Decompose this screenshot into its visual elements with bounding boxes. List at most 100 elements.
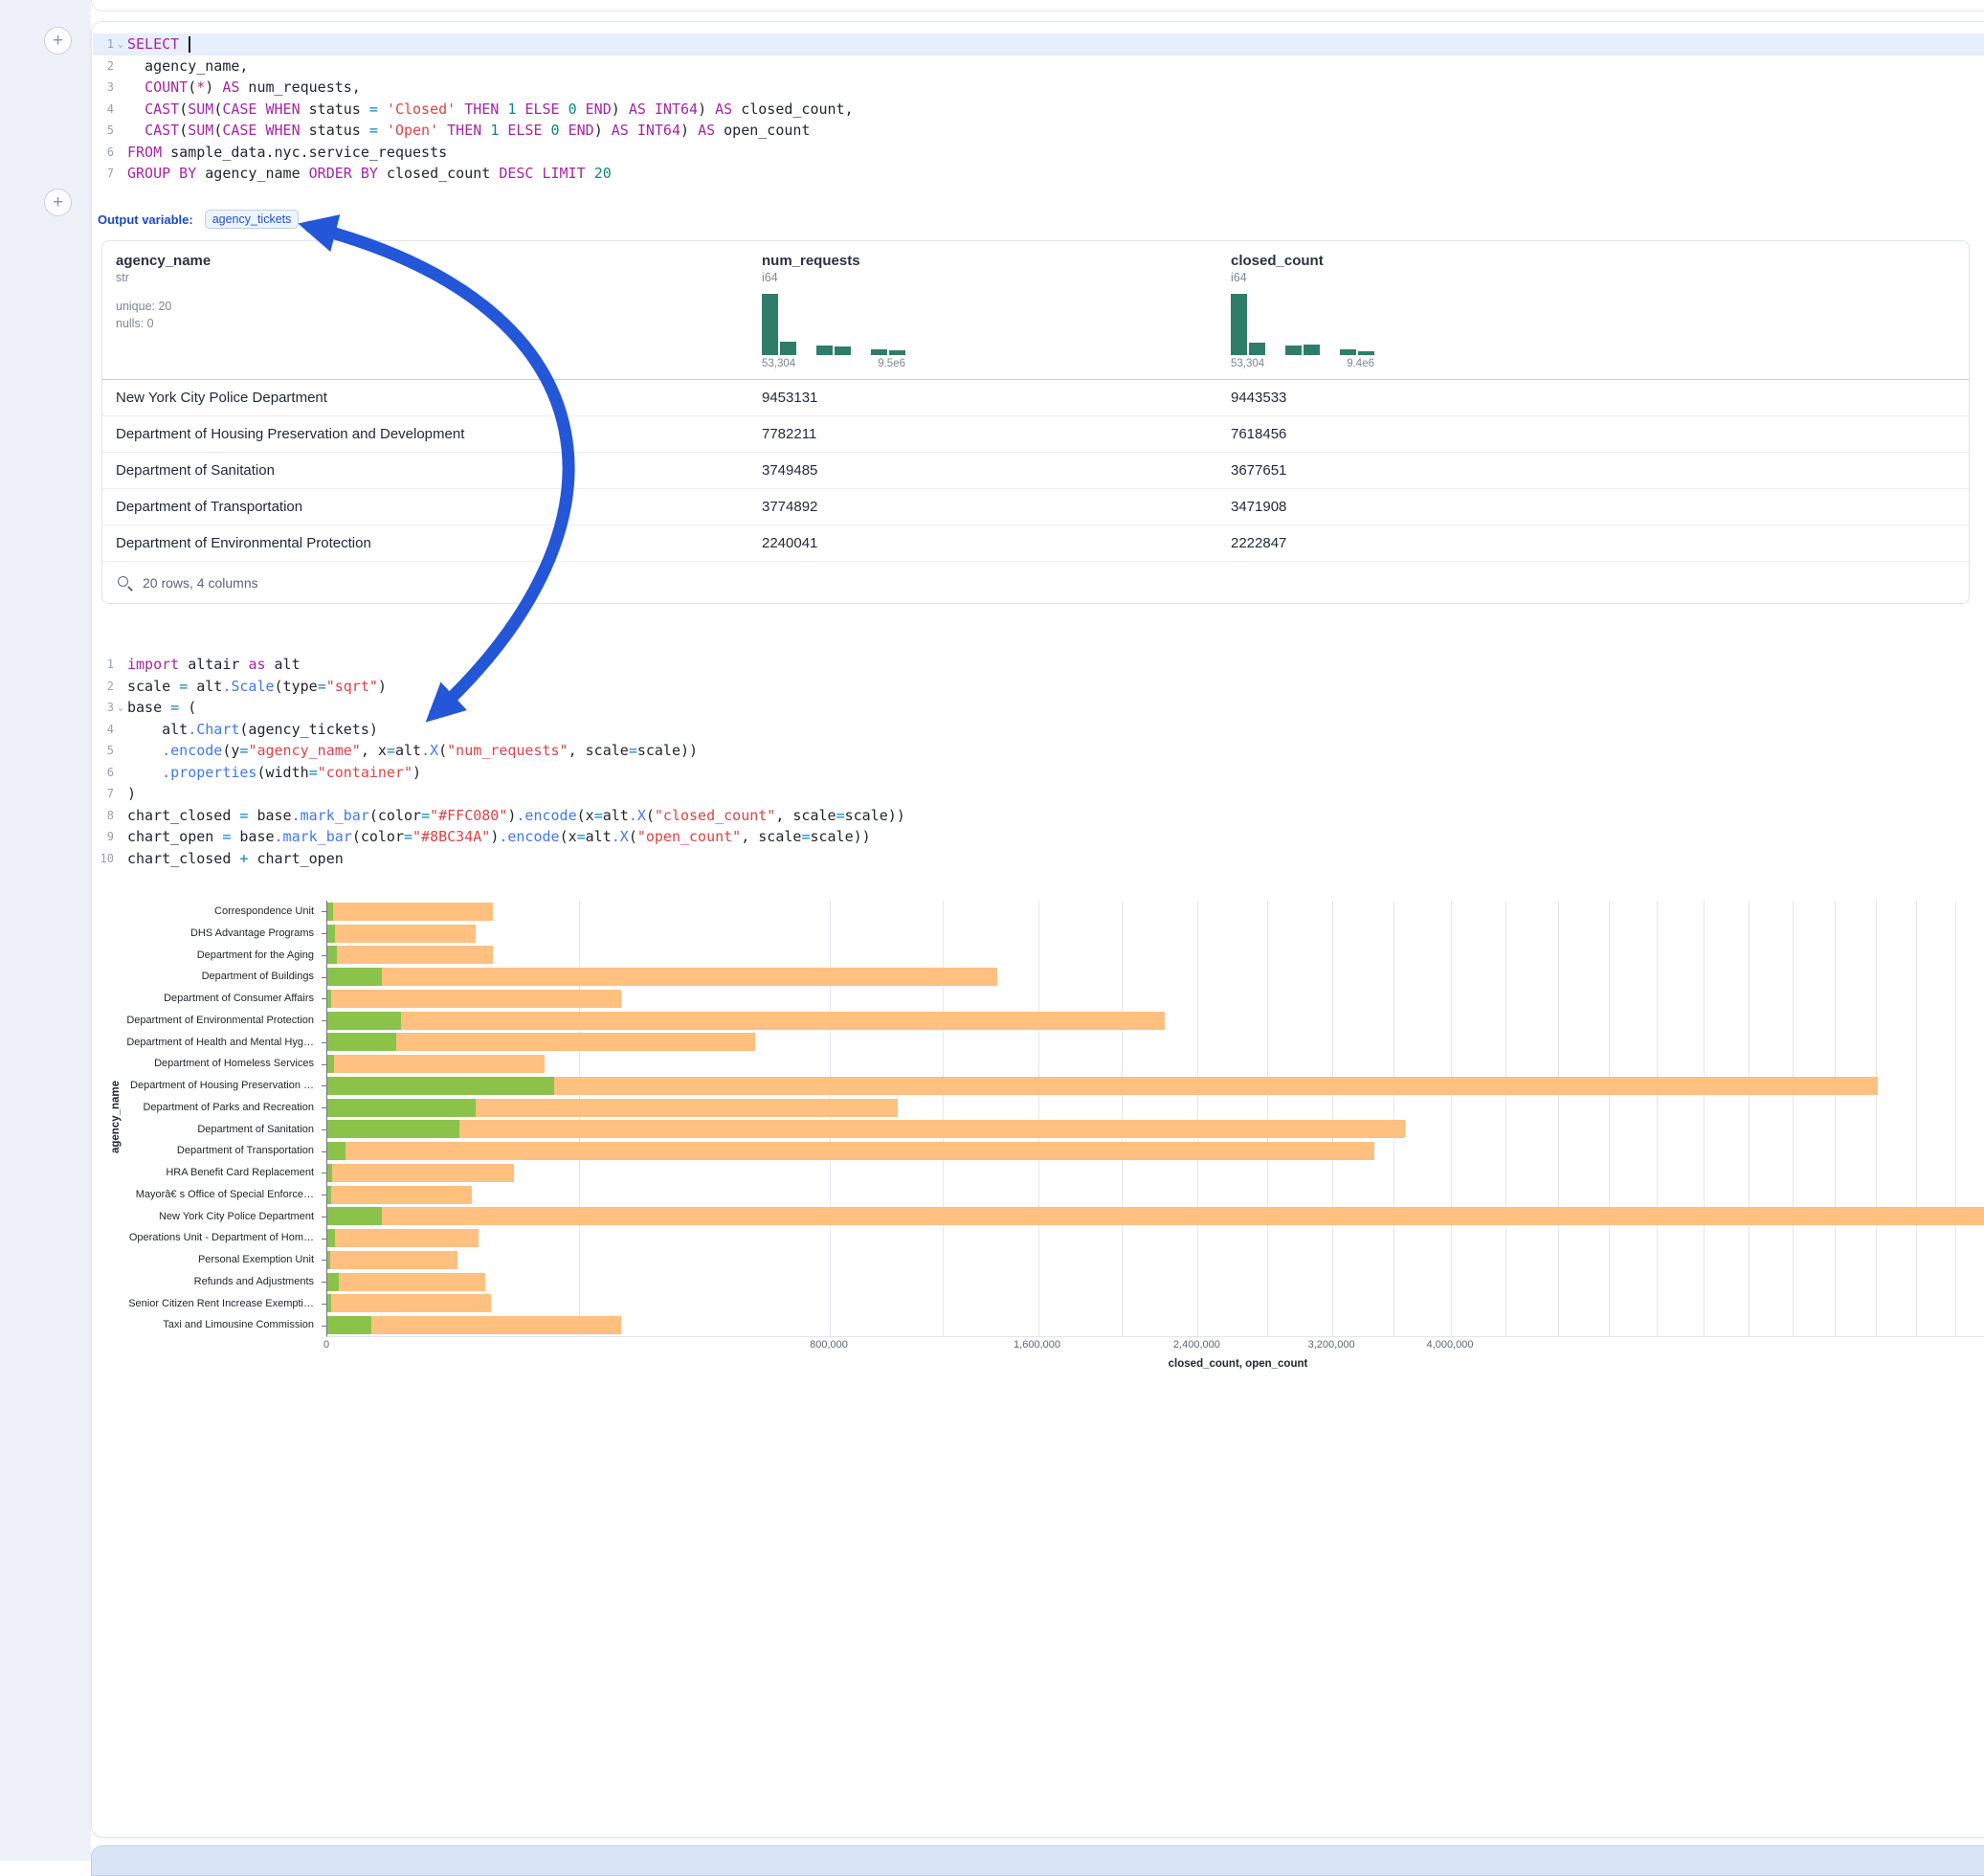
- table-cell: 2222847: [1217, 535, 1969, 551]
- bar-open_count: [327, 1033, 396, 1051]
- table-body: New York City Police Department945313194…: [102, 380, 1969, 562]
- hist-bar: [1340, 349, 1356, 355]
- code-token: =: [629, 742, 637, 759]
- column-histogram: [762, 294, 905, 355]
- search-icon[interactable]: [117, 575, 132, 591]
- code-token: , scale: [741, 828, 801, 845]
- code-token: END: [586, 100, 612, 118]
- code-token: =: [170, 699, 179, 716]
- code-line[interactable]: 3⌄base = (: [93, 697, 1984, 719]
- code-line[interactable]: 3 COUNT(*) AS num_requests,: [93, 77, 1984, 99]
- code-token: "agency_name": [248, 742, 360, 759]
- y-axis-label: Correspondence Unit: [92, 901, 322, 923]
- bar-open_count: [327, 990, 331, 1008]
- line-number: 6: [93, 145, 114, 159]
- code-token: WHEN: [266, 100, 301, 118]
- line-number: 6: [93, 766, 114, 779]
- hist-bar: [780, 342, 796, 355]
- gridline: [1609, 901, 1610, 1336]
- table-cell: 3774892: [748, 499, 1217, 515]
- bar-closed_count: [327, 903, 493, 921]
- line-number: 8: [93, 809, 114, 822]
- code-token: [533, 165, 542, 182]
- sql-code-editor[interactable]: 1⌄SELECT 2 agency_name,3 COUNT(*) AS num…: [93, 34, 1984, 185]
- code-line[interactable]: 6FROM sample_data.nyc.service_requests: [93, 142, 1984, 164]
- line-number: 5: [93, 744, 114, 757]
- x-axis-title: closed_count, open_count: [326, 1358, 1984, 1370]
- code-token: (type: [275, 678, 318, 695]
- table-row: Department of Transportation377489234719…: [102, 489, 1969, 525]
- code-line[interactable]: 9chart_open = base.mark_bar(color="#8BC3…: [93, 826, 1984, 848]
- y-axis-label: Mayorâ€ s Office of Special Enforce…: [92, 1184, 322, 1206]
- bar-closed_count: [327, 1294, 491, 1312]
- bar-row: [327, 1099, 1984, 1117]
- code-line[interactable]: 1⌄SELECT: [93, 34, 1984, 56]
- code-token: "sqrt": [326, 678, 378, 695]
- hist-bar: [762, 294, 778, 355]
- code-token: 1: [490, 122, 499, 139]
- code-line[interactable]: 2scale = alt.Scale(type="sqrt"): [93, 676, 1984, 698]
- add-cell-button-top[interactable]: +: [44, 27, 72, 55]
- code-token: .X: [421, 742, 438, 759]
- code-token: =: [369, 100, 378, 118]
- table-row: Department of Environmental Protection22…: [102, 525, 1969, 562]
- code-token: THEN: [464, 100, 499, 118]
- output-variable-chip[interactable]: agency_tickets: [205, 210, 300, 229]
- bar-row: [327, 903, 1984, 921]
- code-line[interactable]: 8chart_closed = base.mark_bar(color="#FF…: [93, 805, 1984, 827]
- code-token: ): [680, 122, 698, 139]
- code-token: AS: [698, 122, 715, 139]
- code-token: ): [612, 100, 629, 118]
- code-line[interactable]: 4 alt.Chart(agency_tickets): [93, 719, 1984, 741]
- code-token: 'Open': [387, 122, 438, 139]
- code-line[interactable]: 5 .encode(y="agency_name", x=alt.X("num_…: [93, 740, 1984, 762]
- altair-bar-chart: agency_name Correspondence UnitDHS Advan…: [92, 891, 1984, 1389]
- code-token: scale: [127, 678, 179, 695]
- code-line[interactable]: 4 CAST(SUM(CASE WHEN status = 'Closed' T…: [93, 99, 1984, 121]
- code-token: ): [490, 828, 499, 845]
- x-axis-tick-label: 3,200,000: [1308, 1339, 1355, 1351]
- code-line[interactable]: 1import altair as alt: [93, 654, 1984, 676]
- line-number: 2: [93, 680, 114, 693]
- hist-bar: [889, 350, 905, 355]
- code-line[interactable]: 2 agency_name,: [93, 56, 1984, 78]
- code-line[interactable]: 10chart_closed + chart_open: [93, 848, 1984, 870]
- python-code-editor[interactable]: 1import altair as alt2scale = alt.Scale(…: [93, 654, 1984, 869]
- code-line[interactable]: 5 CAST(SUM(CASE WHEN status = 'Open' THE…: [93, 120, 1984, 142]
- code-line[interactable]: 7GROUP BY agency_name ORDER BY closed_co…: [93, 163, 1984, 185]
- code-token: import: [127, 656, 179, 673]
- fold-chevron-icon[interactable]: ⌄: [114, 703, 127, 713]
- code-token: , scale: [568, 742, 629, 759]
- table-row: New York City Police Department945313194…: [102, 380, 1969, 416]
- bar-row: [327, 1229, 1984, 1247]
- y-axis-label: Department of Sanitation: [92, 1119, 322, 1141]
- column-dtype: str: [116, 271, 748, 284]
- code-token: [586, 165, 594, 182]
- code-token: [646, 100, 655, 118]
- histogram-range-labels: 53,3049.5e6: [762, 358, 905, 369]
- code-token: (color: [352, 828, 404, 845]
- code-line[interactable]: 7): [93, 783, 1984, 805]
- bar-open_count: [327, 903, 333, 921]
- table-cell: 3471908: [1217, 499, 1969, 515]
- code-token: scale)): [637, 742, 698, 759]
- code-token: altair: [179, 656, 248, 673]
- code-text: SELECT: [127, 35, 1984, 53]
- column-header: closed_counti6453,3049.4e6: [1217, 253, 1969, 369]
- bar-closed_count: [327, 1077, 1878, 1095]
- column-stats: unique: 20nulls: 0: [116, 298, 748, 332]
- hist-bar: [1285, 346, 1302, 355]
- bar-closed_count: [327, 1229, 479, 1247]
- histogram-max-label: 9.4e6: [1347, 358, 1374, 369]
- code-token: =: [179, 678, 188, 695]
- add-cell-button-middle[interactable]: +: [44, 189, 72, 216]
- bar-closed_count: [327, 1273, 485, 1291]
- y-axis-label: New York City Police Department: [92, 1206, 322, 1228]
- bar-open_count: [327, 1164, 332, 1182]
- code-token: .encode: [162, 742, 222, 759]
- y-axis-label: Personal Exemption Unit: [92, 1249, 322, 1271]
- code-line[interactable]: 6 .properties(width="container"): [93, 762, 1984, 784]
- y-axis-label: Taxi and Limousine Commission: [92, 1314, 322, 1336]
- fold-chevron-icon[interactable]: ⌄: [114, 39, 127, 50]
- bar-row: [327, 1120, 1984, 1138]
